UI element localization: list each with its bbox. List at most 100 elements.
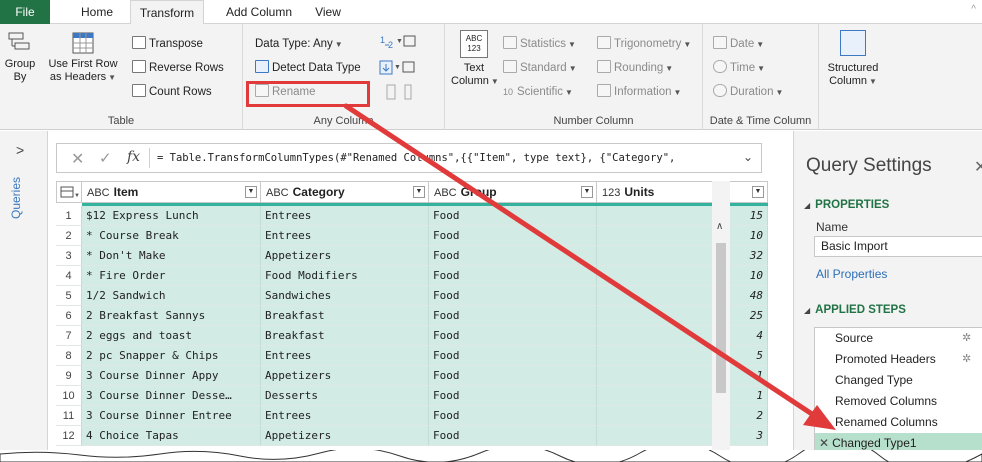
cell-units[interactable]: 10 (597, 226, 768, 246)
collapse-ribbon-icon[interactable]: ^ (971, 4, 976, 15)
expand-formula-icon[interactable]: ⌄ (743, 150, 753, 164)
rounding-button[interactable]: Rounding ▼ (597, 60, 673, 77)
cell-group[interactable]: Food (429, 266, 597, 286)
row-number[interactable]: 2 (56, 226, 82, 246)
gear-icon[interactable]: ✲ (962, 349, 971, 370)
query-name-input[interactable]: Basic Import (814, 236, 982, 257)
cell-units[interactable]: 32 (597, 246, 768, 266)
cell-group[interactable]: Food (429, 226, 597, 246)
move-button[interactable] (379, 84, 419, 105)
delete-step-icon[interactable]: ✕ (819, 436, 829, 450)
row-number[interactable]: 10 (56, 386, 82, 406)
row-number[interactable]: 4 (56, 266, 82, 286)
row-number[interactable]: 11 (56, 406, 82, 426)
cell-item[interactable]: 1/2 Sandwich (82, 286, 261, 306)
use-first-row-button[interactable]: Use First Row as Headers ▼ (40, 30, 126, 84)
cell-category[interactable]: Food Modifiers (261, 266, 429, 286)
formula-input[interactable]: = Table.TransformColumnTypes(#"Renamed C… (157, 152, 727, 164)
cell-group[interactable]: Food (429, 206, 597, 226)
trigonometry-button[interactable]: Trigonometry ▼ (597, 36, 691, 53)
tab-transform[interactable]: Transform (130, 0, 204, 25)
replace-values-button[interactable]: 1 2 ▼ (379, 34, 419, 55)
cell-units[interactable]: 2 (597, 406, 768, 426)
date-button[interactable]: Date ▼ (713, 36, 764, 53)
cell-group[interactable]: Food (429, 426, 597, 446)
cell-group[interactable]: Food (429, 346, 597, 366)
tab-view[interactable]: View (306, 0, 350, 24)
step-changed-type[interactable]: Changed Type (815, 370, 982, 391)
cell-group[interactable]: Food (429, 326, 597, 346)
cell-units[interactable]: 10 (597, 266, 768, 286)
expand-queries-icon[interactable]: > (16, 142, 24, 158)
cell-units[interactable]: 15 (597, 206, 768, 226)
all-properties-link[interactable]: All Properties (816, 267, 887, 281)
tab-file[interactable]: File (0, 0, 50, 24)
row-number[interactable]: 1 (56, 206, 82, 226)
cell-item[interactable]: * Course Break (82, 226, 261, 246)
scroll-up-icon[interactable]: ∧ (716, 221, 723, 232)
cell-category[interactable]: Entrees (261, 346, 429, 366)
cell-category[interactable]: Entrees (261, 226, 429, 246)
row-number[interactable]: 5 (56, 286, 82, 306)
step-promoted-headers[interactable]: Promoted Headers ✲ (815, 349, 982, 370)
row-number[interactable]: 3 (56, 246, 82, 266)
cell-units[interactable]: 48 (597, 286, 768, 306)
properties-section-header[interactable]: ◢ PROPERTIES (804, 199, 889, 211)
cancel-formula-icon[interactable]: ✕ (71, 149, 84, 169)
step-renamed-columns[interactable]: Renamed Columns (815, 412, 982, 433)
scrollbar-thumb[interactable] (716, 243, 726, 393)
cell-item[interactable]: 3 Course Dinner Appy (82, 366, 261, 386)
cell-group[interactable]: Food (429, 246, 597, 266)
cell-units[interactable]: 3 (597, 426, 768, 446)
cell-units[interactable]: 1 (597, 366, 768, 386)
close-pane-icon[interactable]: ✕ (974, 157, 982, 177)
filter-dropdown-icon[interactable]: ▼ (581, 186, 593, 198)
cell-category[interactable]: Entrees (261, 406, 429, 426)
scientific-button[interactable]: 10 Scientific ▼ (503, 84, 573, 101)
standard-button[interactable]: Standard ▼ (503, 60, 577, 77)
text-column-button[interactable]: ABC 123 Text Column ▼ (451, 30, 499, 88)
transpose-button[interactable]: Transpose (132, 36, 203, 52)
cell-units[interactable]: 5 (597, 346, 768, 366)
cell-item[interactable]: * Fire Order (82, 266, 261, 286)
column-header-item[interactable]: ABC Item ▼ (82, 181, 261, 203)
cell-item[interactable]: $12 Express Lunch (82, 206, 261, 226)
cell-units[interactable]: 1 (597, 386, 768, 406)
cell-group[interactable]: Food (429, 406, 597, 426)
type-text-icon[interactable]: ABC (87, 187, 110, 199)
cell-item[interactable]: * Don't Make (82, 246, 261, 266)
cell-item[interactable]: 2 Breakfast Sannys (82, 306, 261, 326)
duration-button[interactable]: Duration ▼ (713, 84, 783, 101)
applied-steps-section-header[interactable]: ◢ APPLIED STEPS (804, 304, 906, 316)
cell-category[interactable]: Appetizers (261, 246, 429, 266)
group-by-button[interactable]: Group By (2, 30, 38, 84)
filter-dropdown-icon[interactable]: ▼ (752, 186, 764, 198)
fill-button[interactable]: ▼ (379, 60, 419, 81)
gear-icon[interactable]: ✲ (962, 328, 971, 349)
function-icon[interactable]: fx (127, 149, 140, 165)
count-rows-button[interactable]: Count Rows (132, 84, 212, 100)
information-button[interactable]: Information ▼ (597, 84, 681, 101)
column-header-category[interactable]: ABC Category ▼ (261, 181, 429, 203)
cell-item[interactable]: 2 eggs and toast (82, 326, 261, 346)
time-button[interactable]: Time ▼ (713, 60, 765, 77)
queries-pane-label[interactable]: Queries (9, 177, 23, 219)
row-number[interactable]: 8 (56, 346, 82, 366)
cell-group[interactable]: Food (429, 386, 597, 406)
cell-category[interactable]: Entrees (261, 206, 429, 226)
cell-category[interactable]: Sandwiches (261, 286, 429, 306)
cell-category[interactable]: Desserts (261, 386, 429, 406)
cell-category[interactable]: Breakfast (261, 326, 429, 346)
step-source[interactable]: Source ✲ (815, 328, 982, 349)
detect-data-type-button[interactable]: Detect Data Type (255, 60, 361, 76)
cell-category[interactable]: Appetizers (261, 426, 429, 446)
cell-category[interactable]: Breakfast (261, 306, 429, 326)
row-number[interactable]: 12 (56, 426, 82, 446)
vertical-scrollbar[interactable]: ∧ (712, 181, 730, 462)
type-text-icon[interactable]: ABC (266, 187, 289, 199)
reverse-rows-button[interactable]: Reverse Rows (132, 60, 224, 76)
row-number[interactable]: 7 (56, 326, 82, 346)
cell-item[interactable]: 2 pc Snapper & Chips (82, 346, 261, 366)
cell-item[interactable]: 3 Course Dinner Desse… (82, 386, 261, 406)
statistics-button[interactable]: Statistics ▼ (503, 36, 576, 53)
